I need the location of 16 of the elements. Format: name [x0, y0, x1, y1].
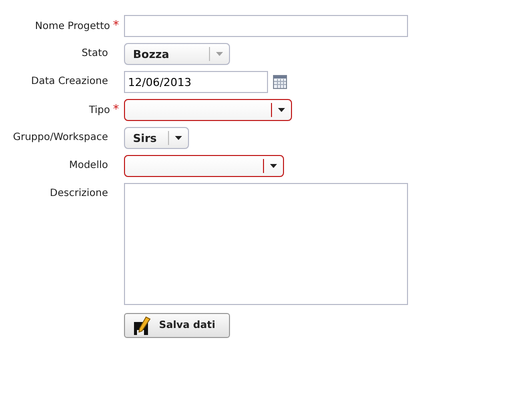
floppy-pencil-icon — [133, 316, 153, 336]
text-field[interactable] — [124, 15, 408, 37]
dropdown[interactable] — [124, 155, 284, 177]
field-label: Descrizione — [50, 188, 108, 199]
field-label: Nome Progetto * — [35, 20, 119, 32]
date-field[interactable]: 12/06/2013 — [124, 71, 268, 93]
field-label: Modello — [69, 160, 108, 171]
calendar-icon[interactable] — [273, 75, 287, 89]
field-label: Tipo * — [88, 104, 119, 116]
dropdown[interactable]: Sirs — [124, 127, 189, 149]
save-button[interactable]: Salva dati — [124, 313, 230, 338]
dropdown[interactable] — [124, 99, 292, 121]
description-field[interactable] — [124, 183, 408, 305]
field-label: Data Creazione — [31, 76, 108, 87]
field-label: Gruppo/Workspace — [12, 132, 108, 143]
field-label: Stato — [82, 48, 108, 59]
